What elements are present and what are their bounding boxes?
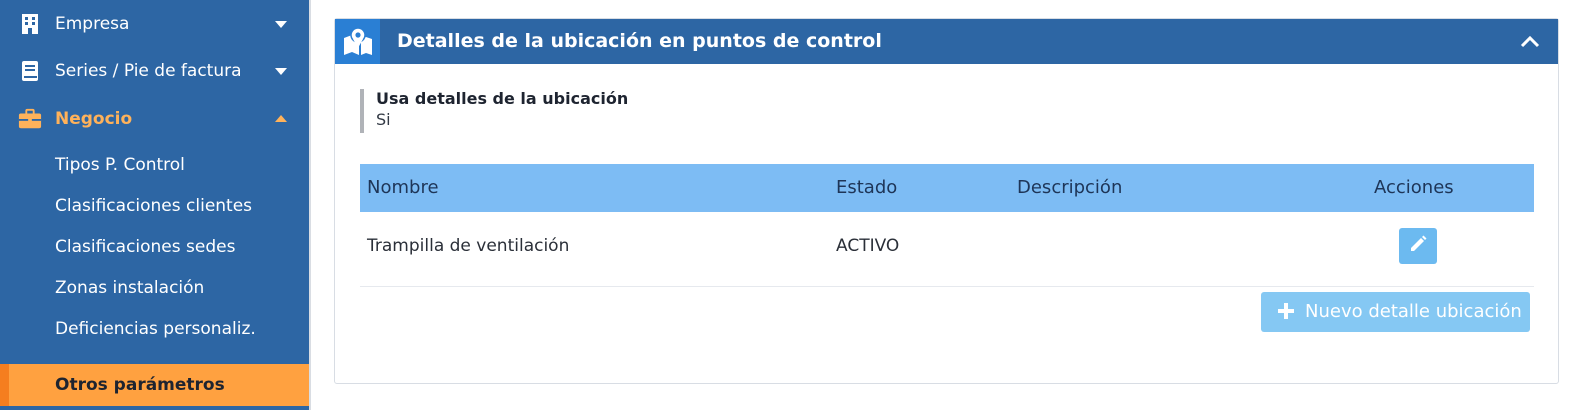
sidebar-bottom-strip — [0, 406, 309, 410]
sidebar-item-negocio[interactable]: Negocio — [0, 99, 309, 139]
table-header: Nombre Estado Descripción Acciones — [360, 164, 1534, 212]
setting-label: Usa detalles de la ubicación — [376, 89, 629, 108]
sidebar-subitem-tipos[interactable]: Tipos P. Control — [0, 148, 309, 182]
sidebar-subitem-clasif-sedes[interactable]: Clasificaciones sedes — [0, 230, 309, 264]
pencil-icon — [1408, 234, 1428, 258]
caret-down-icon — [273, 16, 289, 32]
sidebar-item-label: Negocio — [55, 109, 133, 129]
sidebar-item-label: Series / Pie de factura — [55, 61, 242, 81]
caret-down-icon — [273, 63, 289, 79]
column-header-descripcion[interactable]: Descripción — [1017, 177, 1122, 198]
sidebar-subitem-label: Deficiencias personaliz. — [55, 319, 256, 339]
book-icon — [18, 59, 42, 83]
column-header-nombre[interactable]: Nombre — [367, 177, 439, 198]
sidebar-subitem-label: Clasificaciones clientes — [55, 196, 253, 216]
column-header-estado[interactable]: Estado — [836, 177, 897, 198]
location-details-panel: Detalles de la ubicación en puntos de co… — [334, 18, 1559, 384]
sidebar: Empresa Series / Pie de factura Negocio … — [0, 0, 309, 410]
briefcase-icon — [18, 107, 42, 131]
column-header-acciones: Acciones — [1374, 177, 1454, 198]
sidebar-divider — [309, 0, 311, 410]
sidebar-subitem-label: Tipos P. Control — [55, 155, 185, 175]
chevron-up-icon[interactable] — [1518, 31, 1542, 53]
edit-button[interactable] — [1399, 228, 1437, 264]
sidebar-subitem-label: Otros parámetros — [55, 375, 225, 395]
map-marker-icon — [335, 19, 380, 64]
setting-usa-detalles: Usa detalles de la ubicación Si — [360, 89, 628, 133]
panel-title: Detalles de la ubicación en puntos de co… — [397, 30, 882, 52]
panel-header: Detalles de la ubicación en puntos de co… — [335, 19, 1558, 64]
new-location-detail-button[interactable]: Nuevo detalle ubicación — [1261, 292, 1530, 332]
details-table: Nombre Estado Descripción Acciones Tramp… — [360, 164, 1534, 287]
sidebar-item-series[interactable]: Series / Pie de factura — [0, 51, 309, 91]
sidebar-subitem-deficiencias[interactable]: Deficiencias personaliz. — [0, 312, 309, 346]
sidebar-subitem-label: Clasificaciones sedes — [55, 237, 236, 257]
sidebar-subitem-zonas[interactable]: Zonas instalación — [0, 271, 309, 305]
plus-icon — [1277, 302, 1295, 320]
table-row: Trampilla de ventilación ACTIVO — [360, 212, 1534, 287]
selected-indicator — [0, 364, 9, 406]
sidebar-subitem-label: Zonas instalación — [55, 278, 205, 298]
building-icon — [18, 12, 42, 36]
setting-value: Si — [376, 110, 391, 129]
cell-estado: ACTIVO — [836, 236, 900, 256]
cell-nombre: Trampilla de ventilación — [367, 236, 570, 256]
sidebar-subitem-clasif-clientes[interactable]: Clasificaciones clientes — [0, 189, 309, 223]
sidebar-item-label: Empresa — [55, 14, 130, 34]
new-button-label: Nuevo detalle ubicación — [1305, 301, 1522, 322]
caret-up-icon — [273, 111, 289, 127]
sidebar-subitem-otros-parametros[interactable]: Otros parámetros — [0, 364, 309, 406]
sidebar-item-empresa[interactable]: Empresa — [0, 4, 309, 44]
